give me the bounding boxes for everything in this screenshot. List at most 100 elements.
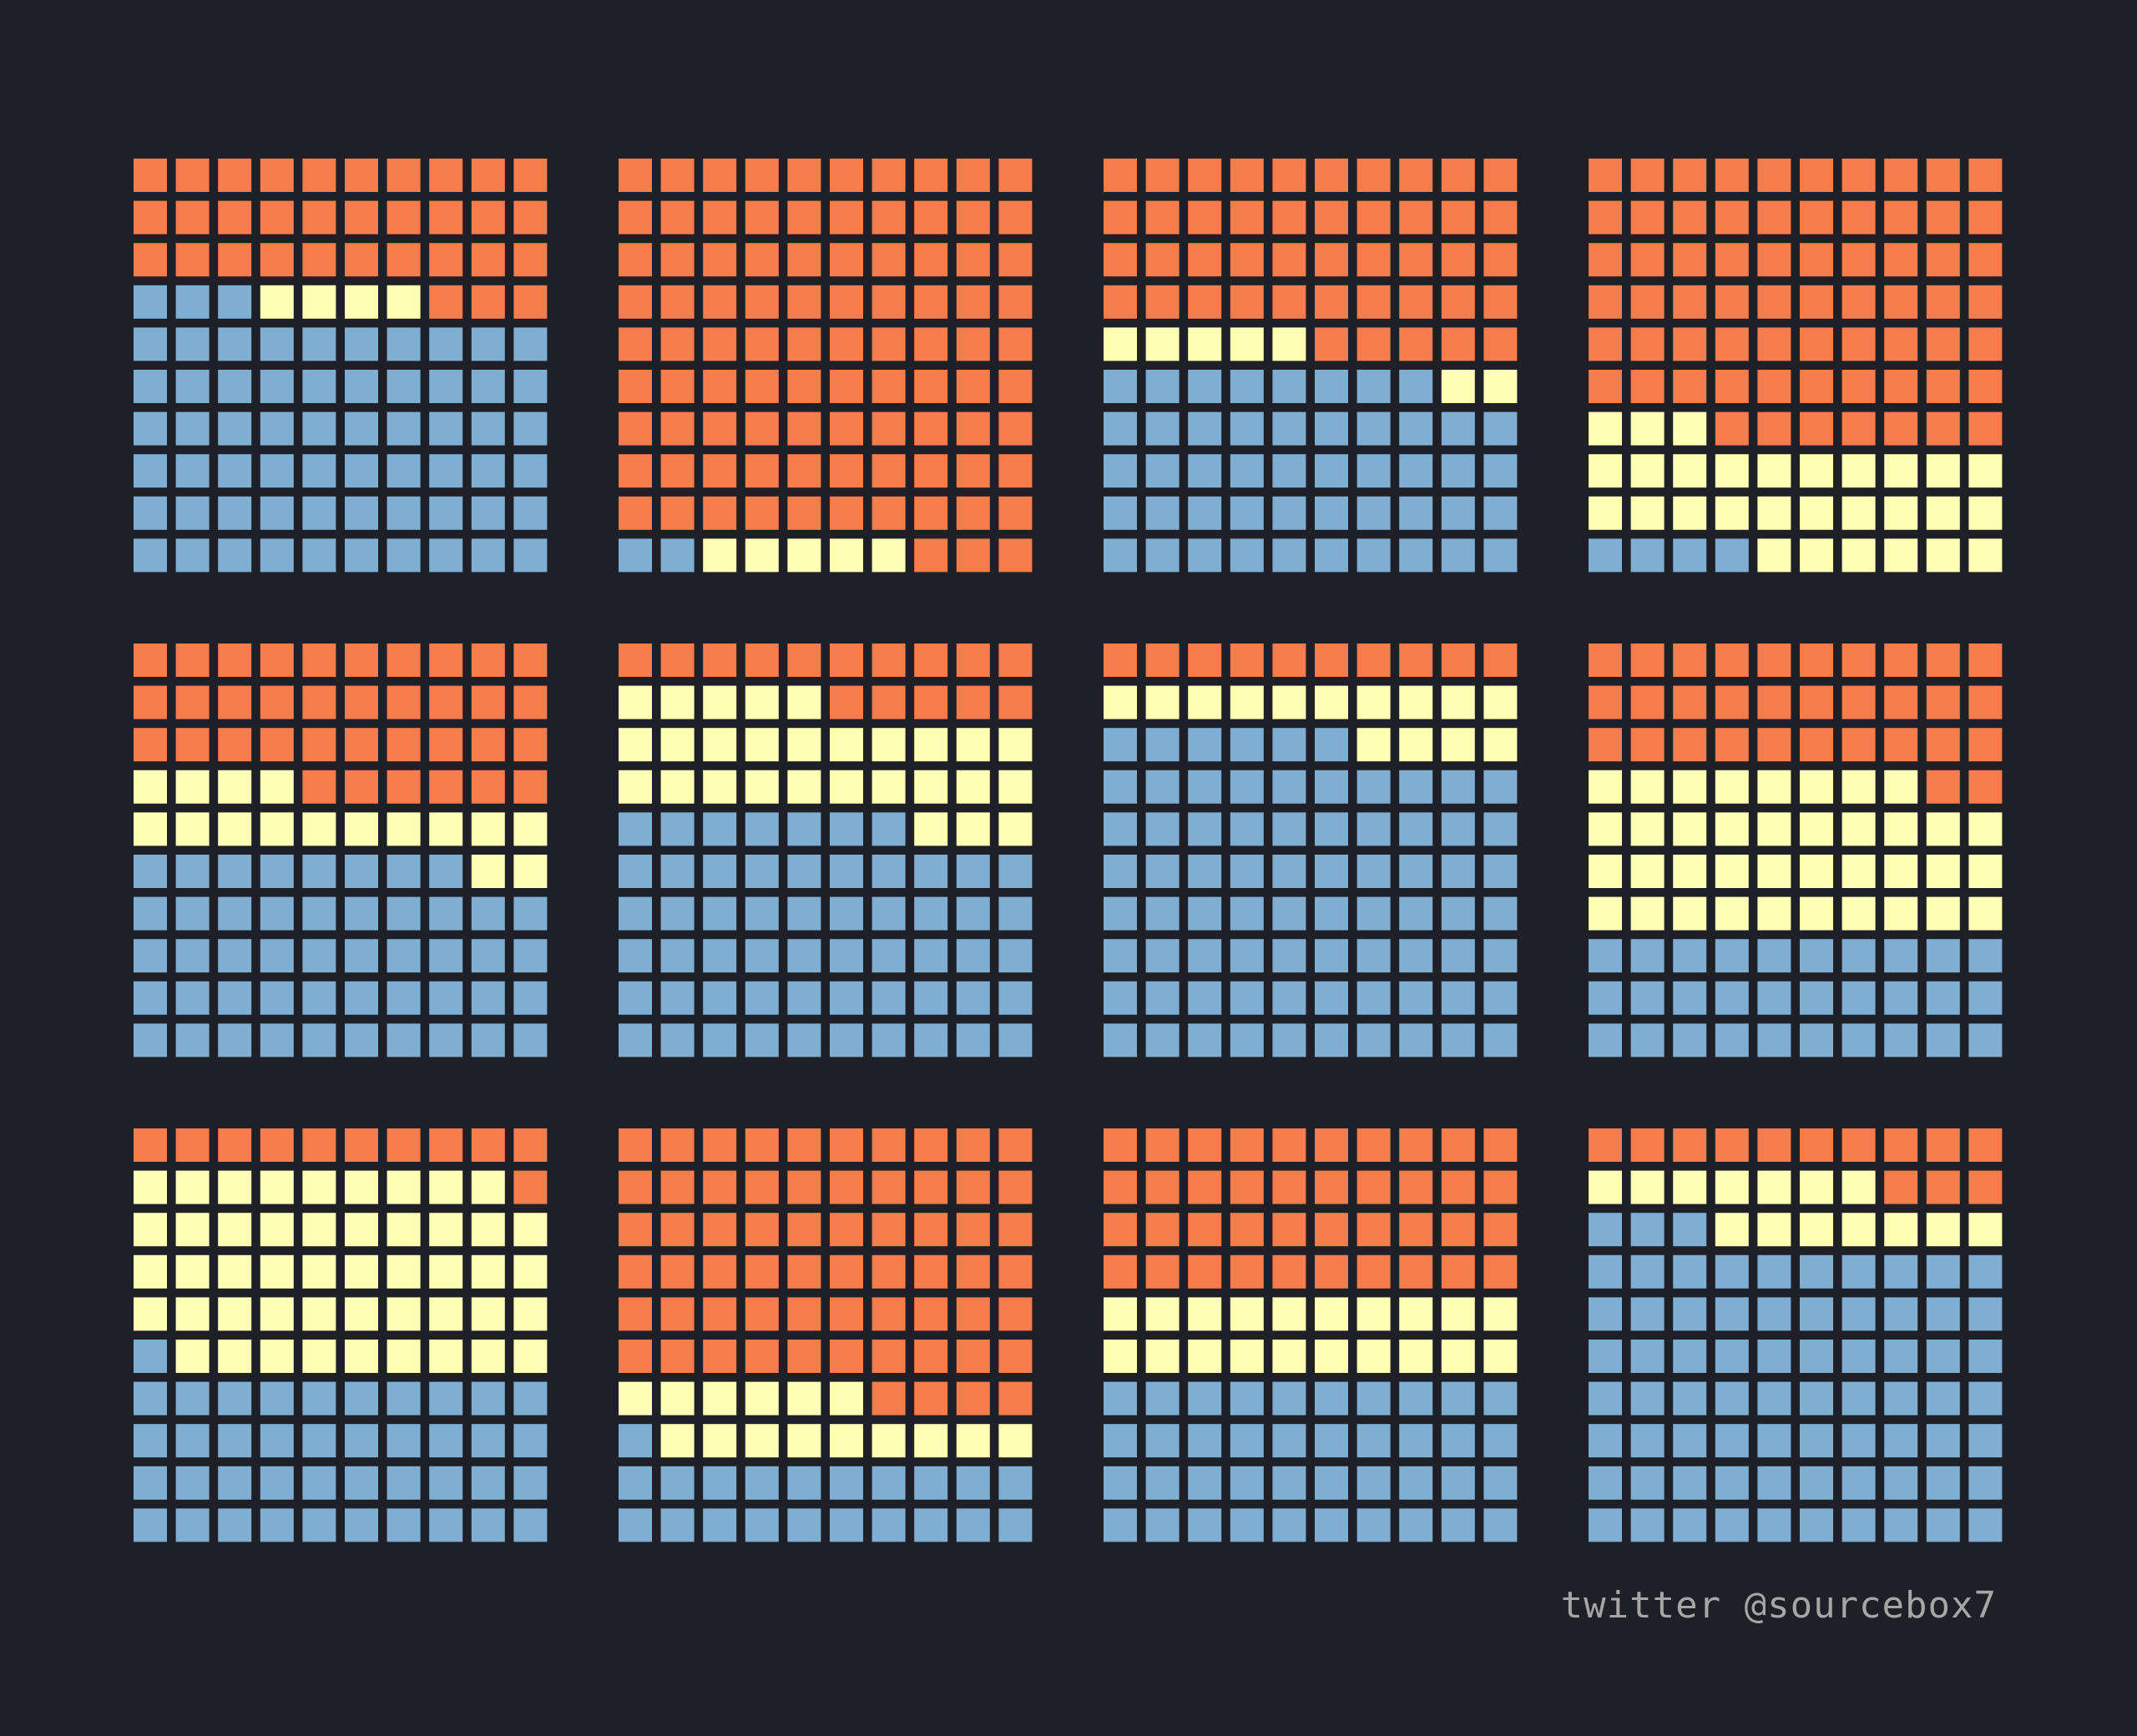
- waffle-cell-blue: [513, 896, 548, 931]
- waffle-cell-blue: [1315, 411, 1348, 446]
- waffle-cell-yellow: [956, 812, 990, 846]
- waffle-cell-yellow: [1884, 1213, 1918, 1247]
- waffle-cell-orange: [619, 370, 652, 403]
- waffle-cell-blue: [218, 496, 252, 530]
- waffle-cell-blue: [1145, 411, 1180, 446]
- waffle-cell-blue: [871, 896, 906, 931]
- waffle-cell-yellow: [1800, 812, 1833, 846]
- waffle-cell-orange: [956, 454, 990, 488]
- waffle-cell-yellow: [302, 1170, 336, 1204]
- waffle-cell-yellow: [218, 1297, 252, 1331]
- waffle-cell-orange: [619, 496, 652, 530]
- waffle-cell-blue: [1589, 1381, 1622, 1416]
- waffle-cell-blue: [345, 538, 378, 573]
- waffle-cell-blue: [1104, 981, 1137, 1015]
- waffle-cell-yellow: [513, 812, 548, 846]
- waffle-cell-yellow: [1315, 1297, 1348, 1331]
- waffle-cell-yellow: [471, 1340, 505, 1373]
- waffle-cell-orange: [386, 159, 421, 192]
- waffle-cell-orange: [1841, 728, 1876, 762]
- waffle-cell-yellow: [660, 1424, 695, 1458]
- waffle-cell-orange: [134, 200, 167, 235]
- waffle-cell-blue: [1145, 981, 1180, 1015]
- waffle-cell-orange: [956, 1128, 990, 1162]
- waffle-cell-blue: [1715, 1340, 1749, 1373]
- waffle-cell-orange: [871, 327, 906, 361]
- waffle-cell-blue: [1104, 896, 1137, 931]
- waffle-cell-blue: [998, 981, 1033, 1015]
- waffle-cell-yellow: [1441, 370, 1475, 403]
- waffle-cell-orange: [1188, 243, 1222, 277]
- waffle-cell-blue: [260, 538, 294, 573]
- waffle-cell-yellow: [260, 1254, 294, 1289]
- waffle-cell-yellow: [1104, 685, 1137, 719]
- waffle-cell-blue: [1315, 454, 1348, 488]
- waffle-cell-orange: [218, 200, 252, 235]
- waffle-cell-yellow: [1757, 855, 1791, 888]
- waffle-cell-yellow: [218, 812, 252, 846]
- waffle-cell-orange: [1630, 370, 1665, 403]
- waffle-cell-orange: [260, 1128, 294, 1162]
- waffle-cell-blue: [830, 812, 863, 846]
- waffle-cell-blue: [1145, 1508, 1180, 1542]
- waffle-cell-yellow: [1926, 1213, 1960, 1247]
- waffle-cell-blue: [1441, 411, 1475, 446]
- waffle-cell-blue: [345, 496, 378, 530]
- waffle-cell-orange: [1589, 243, 1622, 277]
- waffle-cell-blue: [660, 1508, 695, 1542]
- waffle-cell-yellow: [218, 770, 252, 804]
- waffle-cell-orange: [1441, 1213, 1475, 1247]
- waffle-cell-blue: [345, 454, 378, 488]
- waffle-cell-orange: [1483, 285, 1518, 319]
- waffle-cell-orange: [956, 685, 990, 719]
- waffle-cell-orange: [745, 327, 779, 361]
- waffle-cell-yellow: [1272, 327, 1306, 361]
- waffle-cell-yellow: [703, 685, 737, 719]
- waffle-cell-blue: [1841, 1254, 1876, 1289]
- waffle-cell-orange: [260, 643, 294, 677]
- waffle-cell-blue: [386, 454, 421, 488]
- waffle-cell-orange: [345, 643, 378, 677]
- waffle-cell-orange: [1104, 285, 1137, 319]
- waffle-cell-blue: [956, 1508, 990, 1542]
- waffle-cell-blue: [1968, 1508, 2003, 1542]
- waffle-cell-orange: [1630, 1128, 1665, 1162]
- waffle-cell-orange: [1230, 1254, 1264, 1289]
- waffle-cell-blue: [1188, 981, 1222, 1015]
- waffle-cell-orange: [1104, 200, 1137, 235]
- waffle-cell-orange: [1673, 159, 1707, 192]
- waffle-cell-blue: [660, 538, 695, 573]
- waffle-cell-blue: [1104, 770, 1137, 804]
- waffle-cell-orange: [134, 685, 167, 719]
- waffle-cell-blue: [1968, 1424, 2003, 1458]
- waffle-cell-orange: [1399, 1128, 1433, 1162]
- waffle-cell-orange: [1715, 159, 1749, 192]
- waffle-cell-blue: [1630, 1297, 1665, 1331]
- waffle-cell-yellow: [1841, 454, 1876, 488]
- waffle-cell-blue: [429, 370, 463, 403]
- waffle-cell-blue: [1272, 770, 1306, 804]
- waffle-cell-blue: [1884, 1424, 1918, 1458]
- waffle-cell-yellow: [1673, 812, 1707, 846]
- waffle-cell-blue: [914, 1508, 948, 1542]
- waffle-cell-blue: [1356, 454, 1391, 488]
- waffle-cell-orange: [871, 159, 906, 192]
- waffle-cell-orange: [302, 643, 336, 677]
- waffle-cell-orange: [703, 243, 737, 277]
- waffle-cell-blue: [1800, 1508, 1833, 1542]
- waffle-cell-blue: [1230, 939, 1264, 973]
- waffle-cell-yellow: [1800, 770, 1833, 804]
- waffle-cell-blue: [1272, 1508, 1306, 1542]
- waffle-cell-blue: [1399, 1508, 1433, 1542]
- waffle-cell-orange: [1968, 370, 2003, 403]
- waffle-cell-blue: [1104, 939, 1137, 973]
- waffle-cell-blue: [302, 370, 336, 403]
- waffle-cell-blue: [1800, 1297, 1833, 1331]
- waffle-cell-blue: [1757, 939, 1791, 973]
- waffle-cell-yellow: [386, 1170, 421, 1204]
- waffle-cell-blue: [1272, 411, 1306, 446]
- waffle-cell-yellow: [134, 812, 167, 846]
- waffle-cell-yellow: [1757, 770, 1791, 804]
- waffle-cell-orange: [175, 728, 210, 762]
- waffle-cell-orange: [1968, 200, 2003, 235]
